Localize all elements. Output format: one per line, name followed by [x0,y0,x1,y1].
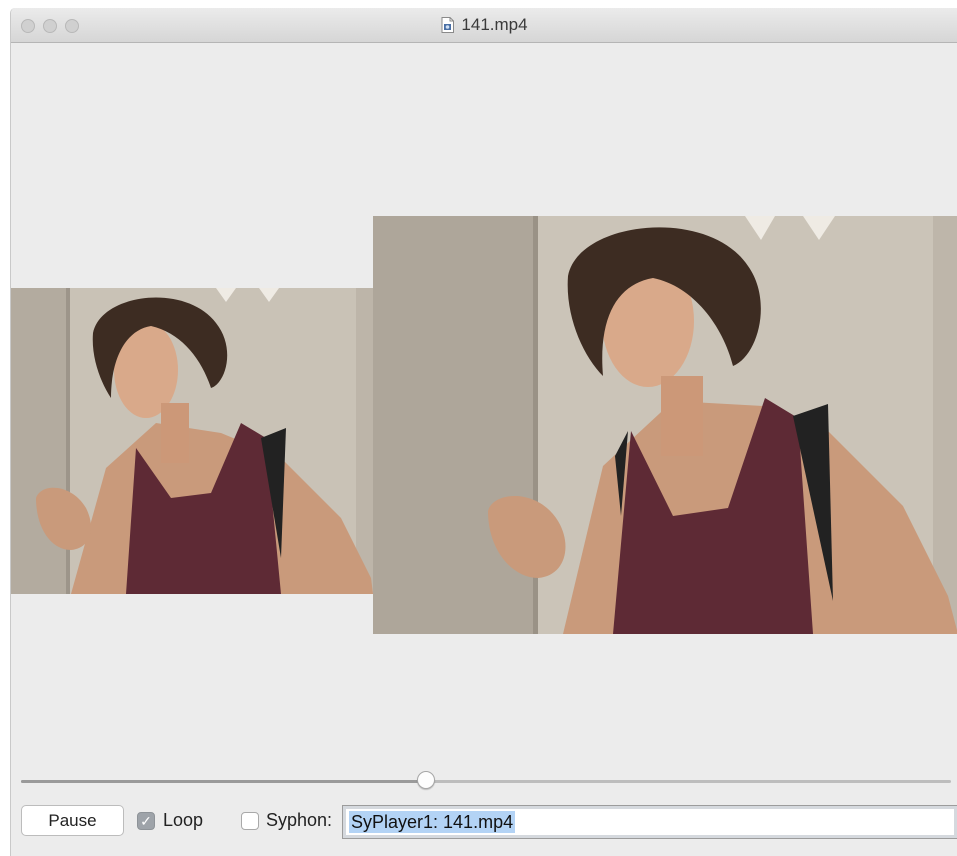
window-title: 141.mp4 [11,8,957,42]
playback-slider-track[interactable] [21,780,951,783]
loop-checkbox[interactable]: ✓ [137,812,155,830]
playback-slider-knob[interactable] [416,771,435,789]
window-title-text: 141.mp4 [461,15,528,34]
video-frame-large [373,216,957,634]
playback-slider-fill [21,780,426,783]
syphon-label[interactable]: Syphon: [266,810,332,831]
pause-button[interactable]: Pause [21,805,124,836]
video-preview-large [373,216,957,634]
title-bar[interactable]: 141.mp4 [11,8,957,43]
loop-label[interactable]: Loop [163,810,203,831]
video-document-icon [441,17,455,33]
syphon-name-value[interactable]: SyPlayer1: 141.mp4 [349,811,516,833]
video-frame-small [11,288,373,594]
player-window: 141.mp4 Pause ✓ Loop Syphon: SyPlayer1: … [10,8,957,856]
syphon-name-field[interactable]: SyPlayer1: 141.mp4 [342,805,957,839]
video-preview-small [11,288,373,594]
syphon-checkbox[interactable] [241,812,259,830]
